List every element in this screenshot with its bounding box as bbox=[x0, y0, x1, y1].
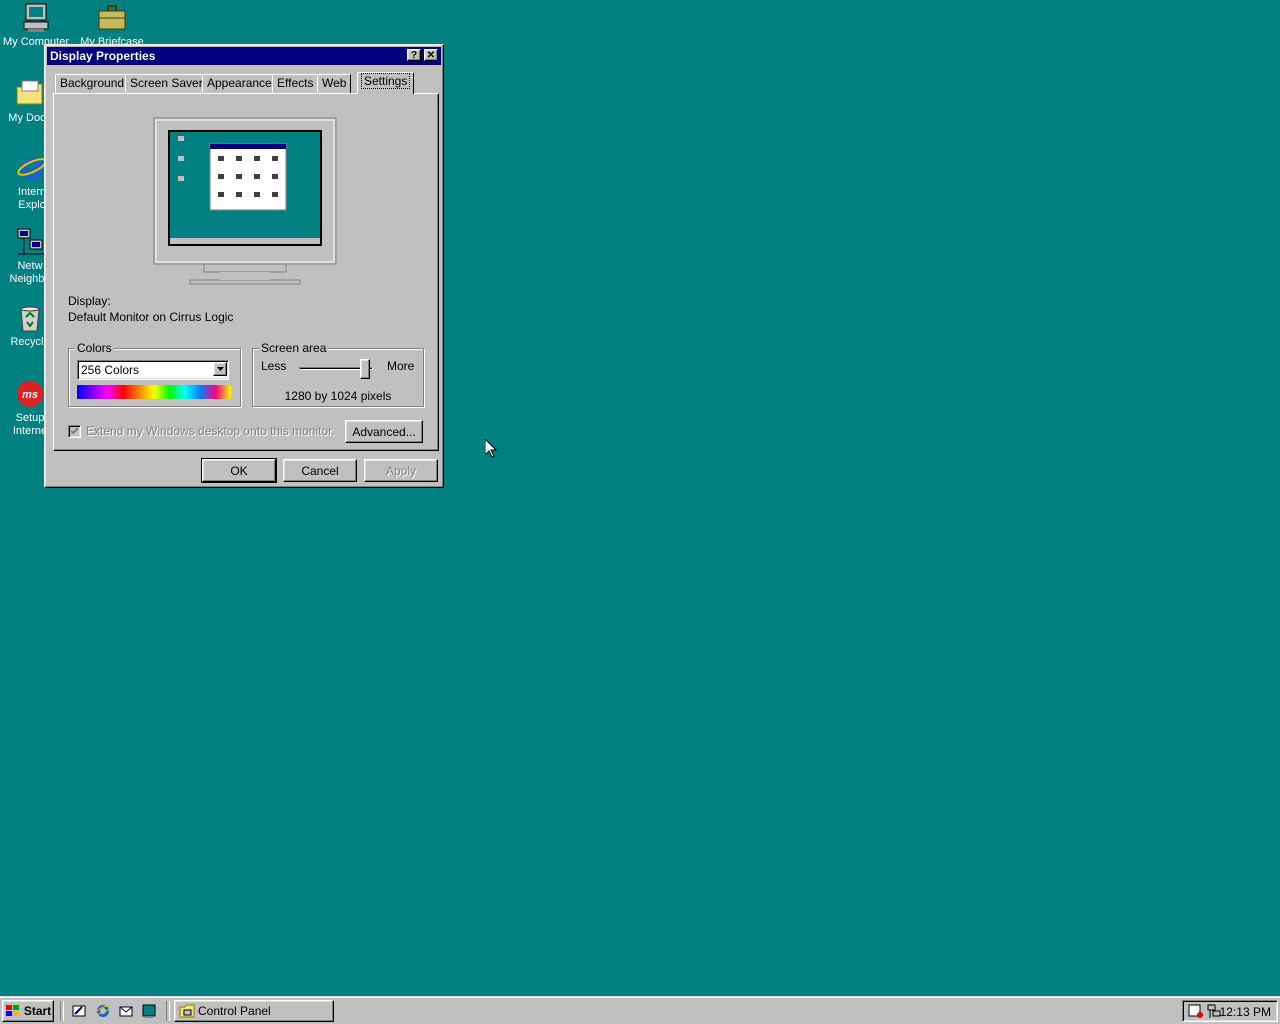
tab-background[interactable]: Background bbox=[55, 74, 130, 93]
tab-label: Web bbox=[322, 76, 347, 90]
colors-select[interactable]: 256 Colors bbox=[77, 360, 229, 380]
system-tray: 12:13 PM bbox=[1182, 1000, 1278, 1022]
mouse-cursor-icon bbox=[485, 439, 497, 458]
colors-group: Colors 256 Colors bbox=[68, 341, 241, 407]
tab-screen-saver[interactable]: Screen Saver bbox=[125, 74, 208, 93]
screen-area-value: 1280 by 1024 pixels bbox=[284, 389, 392, 403]
tab-label: Screen Saver bbox=[130, 76, 203, 90]
clock[interactable]: 12:13 PM bbox=[1220, 1005, 1271, 1019]
display-properties-window: Display Properties ? ✕ Background Screen… bbox=[44, 44, 444, 488]
taskbar: Start Control Panel 12:13 PM bbox=[0, 996, 1280, 1024]
msn-icon: ms bbox=[17, 381, 43, 407]
scheduler-tray-icon[interactable] bbox=[1188, 1003, 1204, 1019]
display-label: Display: bbox=[68, 294, 111, 308]
tab-label: Effects bbox=[277, 76, 314, 90]
extend-desktop-checkbox[interactable] bbox=[68, 425, 81, 438]
tab-effects[interactable]: Effects bbox=[272, 74, 319, 93]
outlook-express-icon[interactable] bbox=[118, 1003, 134, 1019]
screen-area-group-label: Screen area bbox=[259, 341, 329, 355]
screen-area-group: Screen area Less More 1280 by 1024 pixel… bbox=[252, 341, 424, 407]
start-label: Start bbox=[23, 1004, 52, 1018]
close-icon: ✕ bbox=[426, 49, 436, 61]
desktop-icon-my-briefcase[interactable]: My Briefcase bbox=[76, 2, 148, 49]
tab-label: Appearance bbox=[207, 76, 272, 90]
network-icon bbox=[17, 228, 44, 255]
tab-appearance[interactable]: Appearance bbox=[202, 74, 277, 93]
cancel-button-label: Cancel bbox=[301, 463, 339, 478]
ie-quicklaunch-icon[interactable] bbox=[95, 1003, 111, 1019]
dropdown-arrow-button[interactable] bbox=[213, 362, 227, 376]
svg-text:ms: ms bbox=[22, 389, 38, 401]
settings-panel: Display: Default Monitor on Cirrus Logic… bbox=[53, 93, 439, 451]
windows-logo-icon bbox=[5, 1005, 19, 1016]
help-button[interactable]: ? bbox=[407, 49, 421, 61]
colors-group-label: Colors bbox=[75, 341, 114, 355]
taskbar-separator bbox=[166, 1001, 170, 1021]
checkmark-icon bbox=[70, 427, 79, 435]
colors-select-value: 256 Colors bbox=[81, 363, 140, 377]
monitor-preview bbox=[153, 117, 337, 285]
computer-icon bbox=[23, 3, 49, 32]
folder-icon bbox=[16, 80, 43, 105]
desktop-icon-my-computer[interactable]: My Computer bbox=[0, 2, 72, 49]
ok-button[interactable]: OK bbox=[201, 458, 277, 483]
apply-button-label: Apply bbox=[385, 463, 417, 478]
screen-area-slider-thumb[interactable] bbox=[359, 359, 370, 379]
help-icon: ? bbox=[410, 49, 418, 61]
control-panel-icon bbox=[179, 1004, 195, 1018]
title-bar[interactable]: Display Properties ? ✕ bbox=[47, 47, 441, 65]
taskbar-button-control-panel[interactable]: Control Panel bbox=[174, 1000, 334, 1022]
apply-button[interactable]: Apply bbox=[364, 459, 438, 482]
briefcase-icon bbox=[98, 5, 126, 30]
tab-label: Settings bbox=[360, 73, 411, 89]
more-label: More bbox=[387, 359, 415, 373]
less-label: Less bbox=[261, 359, 287, 373]
extend-desktop-label: Extend my Windows desktop onto this moni… bbox=[86, 424, 335, 438]
cancel-button[interactable]: Cancel bbox=[283, 459, 357, 482]
advanced-button-label: Advanced... bbox=[352, 424, 416, 439]
color-spectrum-bar bbox=[77, 385, 231, 399]
task-label: Control Panel bbox=[198, 1004, 271, 1018]
tab-web[interactable]: Web bbox=[317, 74, 352, 93]
ok-button-label: OK bbox=[230, 463, 248, 478]
tab-settings[interactable]: Settings bbox=[357, 72, 415, 94]
recycle-bin-icon bbox=[20, 306, 40, 332]
display-value: Default Monitor on Cirrus Logic bbox=[68, 310, 234, 324]
close-button[interactable]: ✕ bbox=[424, 49, 438, 61]
taskbar-separator bbox=[60, 1001, 64, 1021]
tab-label: Background bbox=[60, 76, 125, 90]
channels-icon[interactable] bbox=[141, 1003, 157, 1019]
start-button[interactable]: Start bbox=[2, 1000, 54, 1022]
advanced-button[interactable]: Advanced... bbox=[345, 420, 423, 443]
window-title: Display Properties bbox=[50, 49, 156, 63]
show-desktop-icon[interactable] bbox=[71, 1003, 87, 1019]
chevron-down-icon bbox=[216, 367, 224, 371]
